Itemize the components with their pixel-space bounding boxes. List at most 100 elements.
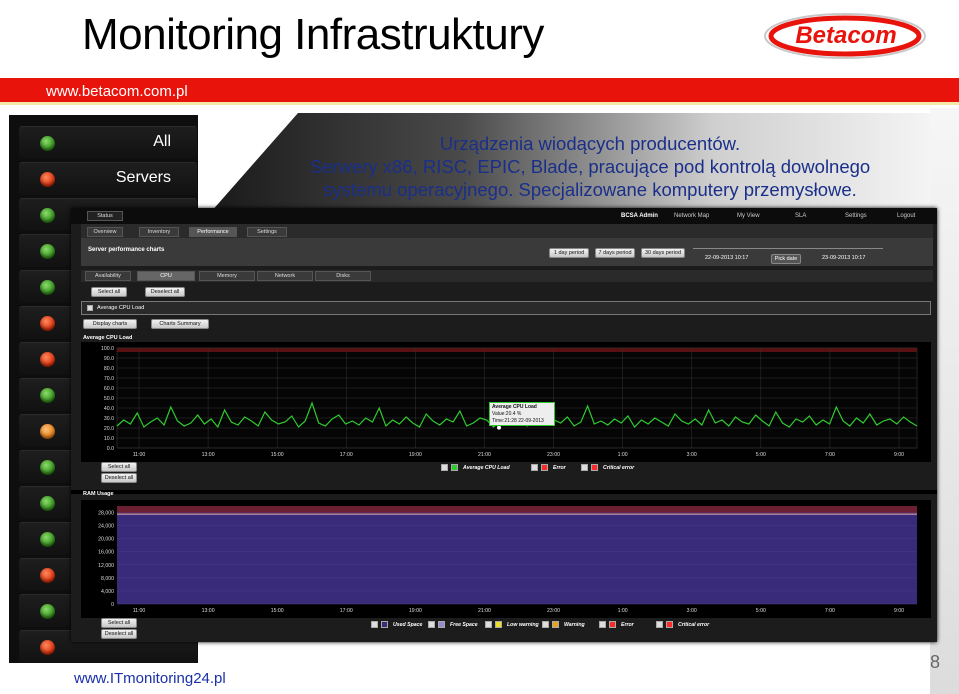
x-tick-label: 21:00 (478, 452, 491, 458)
nav-settings[interactable]: Settings (845, 213, 867, 219)
cpu-chart-legend: Average CPU Load Error Critical error (441, 463, 741, 475)
legend-label: Warning (564, 622, 585, 628)
status-led-icon (40, 460, 55, 475)
display-charts-button[interactable]: Display charts (83, 319, 137, 329)
period-7days-button[interactable]: 7 days period (595, 248, 635, 258)
ram-select-all-button[interactable]: Select all (101, 618, 137, 628)
x-tick-label: 17:00 (340, 608, 353, 614)
legend-checkbox[interactable] (531, 464, 538, 471)
website-link[interactable]: www.betacom.com.pl (46, 83, 188, 100)
legend-swatch (438, 621, 445, 628)
critical-band (117, 348, 917, 352)
deselect-all-button[interactable]: Deselect all (145, 287, 185, 297)
status-led-icon (40, 244, 55, 259)
x-tick-label: 19:00 (409, 608, 422, 614)
description-line: Serwery x86, RISC, EPIC, Blade, pracując… (309, 156, 871, 177)
legend-checkbox[interactable] (542, 621, 549, 628)
tab-performance[interactable]: Performance (189, 227, 237, 237)
legend-checkbox[interactable] (371, 621, 378, 628)
tab-memory[interactable]: Memory (199, 271, 255, 281)
legend-swatch (495, 621, 502, 628)
tab-network[interactable]: Network (257, 271, 313, 281)
ram-chart-legend: Used Space Free Space Low warning Warning Er… (371, 620, 931, 632)
ram-deselect-all-button[interactable]: Deselect all (101, 629, 137, 639)
nav-bcsa-admin[interactable]: BCSA Admin (621, 213, 658, 219)
tab-settings[interactable]: Settings (247, 227, 287, 237)
status-led-icon (40, 316, 55, 331)
date-range-slider[interactable] (693, 248, 883, 249)
description-text: Urządzenia wiodących producentów. Serwer… (250, 132, 930, 201)
slide-title: Monitoring Infrastruktury (82, 10, 544, 59)
x-tick-label: 9:00 (894, 608, 904, 614)
legend-checkbox[interactable] (441, 464, 448, 471)
free-space-band (117, 506, 917, 515)
nav-my-view[interactable]: My View (737, 213, 760, 219)
tab-cpu[interactable]: CPU (137, 271, 195, 281)
period-1day-button[interactable]: 1 day period (549, 248, 589, 258)
legend-checkbox[interactable] (581, 464, 588, 471)
charts-summary-button[interactable]: Charts Summary (151, 319, 209, 329)
y-tick-label: 30.0 (104, 416, 114, 422)
x-tick-label: 15:00 (271, 608, 284, 614)
x-tick-label: 11:00 (133, 608, 146, 614)
ram-usage-chart[interactable]: 28,000 24,000 20,000 16,000 12,000 8,000 4,000… (81, 500, 931, 618)
page-title: Server performance charts (88, 247, 165, 253)
cpu-select-all-button[interactable]: Select all (101, 462, 137, 472)
y-tick-label: 0.0 (107, 446, 114, 452)
tooltip-title: Average CPU Load (492, 404, 537, 410)
sidebar-item[interactable]: All (19, 126, 197, 159)
x-tick-label: 13:00 (202, 608, 215, 614)
chart-divider (71, 490, 937, 494)
y-tick-label: 4,000 (101, 589, 114, 595)
legend-swatch (381, 621, 388, 628)
y-tick-label: 60.0 (104, 386, 114, 392)
status-led-icon (40, 496, 55, 511)
date-from: 22-09-2013 10:17 (705, 255, 749, 261)
legend-checkbox[interactable] (599, 621, 606, 628)
legend-label: Error (553, 465, 566, 471)
ram-chart-title: RAM Usage (83, 491, 114, 497)
monitoring-app-screenshot: Status BCSA Admin Network Map My View SL… (71, 208, 937, 642)
status-led-icon (40, 568, 55, 583)
legend-checkbox[interactable] (485, 621, 492, 628)
monitoring-website-link[interactable]: www.ITmonitoring24.pl (74, 670, 226, 687)
legend-swatch (591, 464, 598, 471)
period-30days-button[interactable]: 30 days period (641, 248, 685, 258)
chart-tooltip: Average CPU Load Value:20.4 % Time:21:28… (489, 402, 555, 426)
tab-overview[interactable]: Overview (87, 227, 123, 237)
page-number: 8 (930, 652, 941, 672)
checkbox-label: Average CPU Load (97, 305, 145, 311)
sidebar-item[interactable]: Servers (19, 162, 197, 195)
legend-checkbox[interactable] (428, 621, 435, 628)
y-tick-label: 20,000 (98, 537, 114, 543)
cpu-load-checkbox[interactable] (87, 305, 93, 311)
nav-logout[interactable]: Logout (897, 213, 915, 219)
tab-status[interactable]: Status (87, 211, 123, 221)
pick-date-button[interactable]: Pick date (771, 254, 801, 264)
x-tick-label: 23:00 (547, 452, 560, 458)
cpu-deselect-all-button[interactable]: Deselect all (101, 473, 137, 483)
legend-label: Free Space (450, 622, 478, 628)
x-tick-label: 15:00 (271, 452, 284, 458)
tab-inventory[interactable]: Inventory (139, 227, 179, 237)
nav-sla[interactable]: SLA (795, 213, 806, 219)
legend-swatch (666, 621, 673, 628)
select-all-button[interactable]: Select all (91, 287, 127, 297)
x-tick-label: 7:00 (825, 608, 835, 614)
status-led-icon (40, 424, 55, 439)
y-tick-label: 90.0 (104, 356, 114, 362)
tab-disks[interactable]: Disks (315, 271, 371, 281)
header-panel (81, 238, 933, 266)
x-tick-label: 9:00 (894, 452, 904, 458)
legend-label: Critical error (603, 465, 635, 471)
metric-checkbox-row (81, 301, 931, 315)
status-led-icon (40, 352, 55, 367)
legend-checkbox[interactable] (656, 621, 663, 628)
status-led-icon (40, 280, 55, 295)
y-tick-label: 20.0 (104, 426, 114, 432)
nav-network-map[interactable]: Network Map (674, 213, 709, 219)
x-tick-label: 3:00 (687, 452, 697, 458)
date-to: 23-09-2013 10:17 (822, 255, 866, 261)
y-tick-label: 100.0 (101, 346, 114, 352)
tab-availability[interactable]: Availability (85, 271, 131, 281)
